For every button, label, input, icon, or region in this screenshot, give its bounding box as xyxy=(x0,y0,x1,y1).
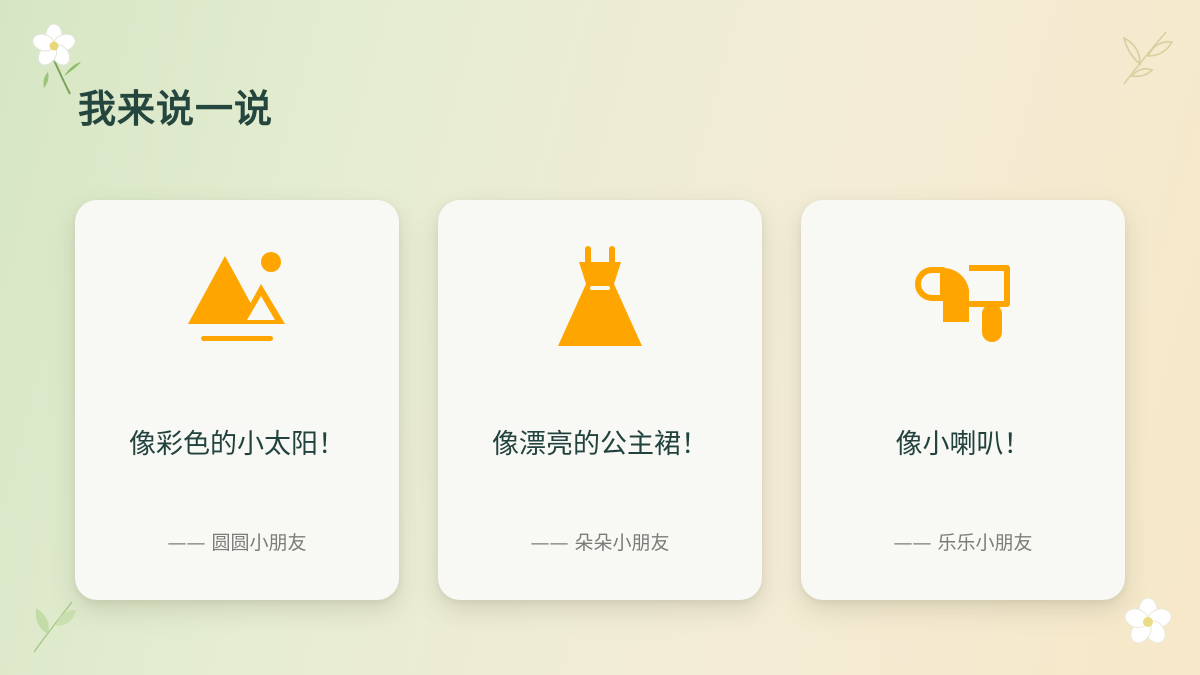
white-flower-icon xyxy=(1124,597,1172,644)
card-author: —— 乐乐小朋友 xyxy=(893,532,1033,554)
mountain-image-icon xyxy=(188,252,285,341)
card-quote: 像小喇叭！ xyxy=(895,429,1031,460)
card-quote: 像漂亮的公主裙！ xyxy=(492,429,708,460)
leaf-outline-icon xyxy=(1122,31,1174,85)
quote-card: 像小喇叭！ —— 乐乐小朋友 xyxy=(801,200,1125,600)
white-flower-icon xyxy=(32,23,81,95)
card-quote: 像彩色的小太阳！ xyxy=(129,429,345,460)
card-author: —— 朵朵小朋友 xyxy=(530,532,670,554)
dress-icon xyxy=(558,246,642,346)
quote-card: 像彩色的小太阳！ —— 圆圆小朋友 xyxy=(75,200,399,600)
hair-dryer-icon xyxy=(915,265,1010,342)
leaf-icon xyxy=(33,601,76,653)
card-author: —— 圆圆小朋友 xyxy=(167,532,307,554)
quote-card: 像漂亮的公主裙！ —— 朵朵小朋友 xyxy=(438,200,762,600)
page-title: 我来说一说 xyxy=(78,86,274,131)
